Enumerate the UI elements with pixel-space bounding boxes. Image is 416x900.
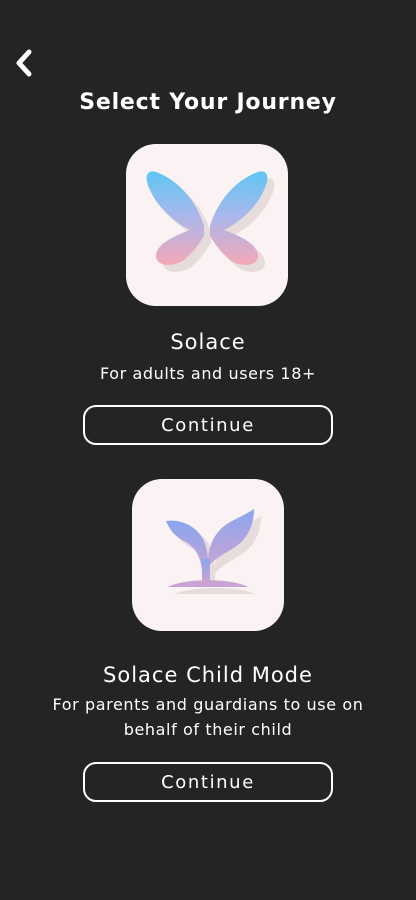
- chevron-left-icon: [16, 49, 32, 77]
- sprout-icon: [166, 509, 261, 594]
- option-title-solace: Solace: [170, 330, 246, 354]
- butterfly-icon: [146, 171, 275, 272]
- page-title: Select Your Journey: [79, 90, 337, 115]
- solace-app-icon: [126, 144, 288, 306]
- option-description-child-mode: For parents and guardians to use on beha…: [52, 695, 364, 739]
- continue-button-child-mode[interactable]: Continue: [83, 762, 333, 802]
- continue-button-solace[interactable]: Continue: [83, 405, 333, 445]
- solace-child-app-icon: [132, 479, 284, 631]
- option-title-child-mode: Solace Child Mode: [103, 663, 313, 687]
- option-description-solace: For adults and users 18+: [99, 364, 316, 383]
- back-button[interactable]: [8, 46, 40, 80]
